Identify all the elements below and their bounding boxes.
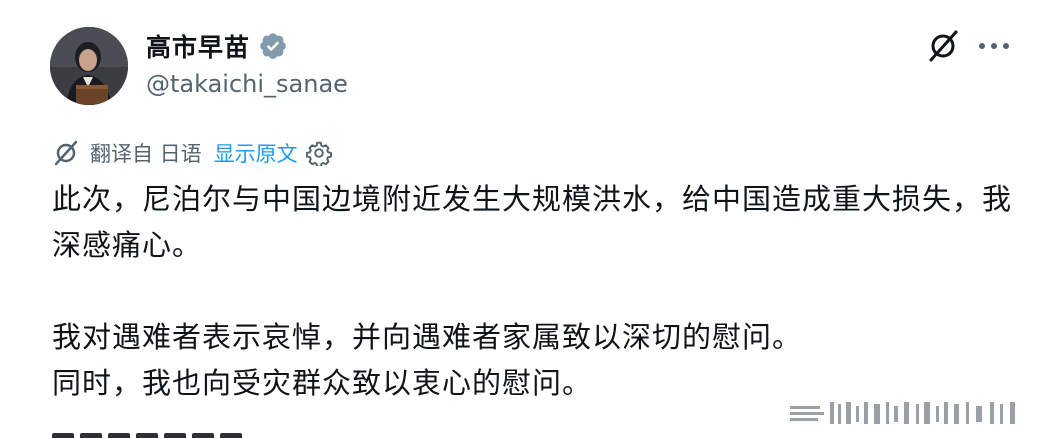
translated-from-label: 翻译自 日语	[90, 142, 202, 166]
verified-badge-icon	[260, 33, 286, 59]
author-name-row: 高市早苗	[146, 28, 288, 64]
watermark-barcode-icon	[790, 402, 1015, 424]
translate-icon	[54, 140, 78, 166]
settings-gear-icon[interactable]	[305, 140, 332, 166]
author-handle[interactable]: @takaichi_sanae	[146, 70, 348, 98]
avatar[interactable]	[50, 27, 128, 105]
post-paragraph-2: 我对遇难者表示哀悼，并向遇难者家属致以深切的慰问。	[52, 320, 803, 354]
avatar-image	[50, 27, 128, 105]
more-options-icon[interactable]	[977, 38, 1011, 54]
clipped-text-line	[52, 428, 312, 438]
grok-icon[interactable]	[925, 28, 961, 64]
display-name[interactable]: 高市早苗	[146, 28, 250, 64]
show-original-link[interactable]: 显示原文	[214, 138, 298, 168]
translation-bar: 翻译自 日语 显示原文	[52, 136, 332, 170]
post-body: 此次，尼泊尔与中国边境附近发生大规模洪水，给中国造成重大损失，我深感痛心。 我对…	[52, 176, 1012, 406]
post-card: 高市早苗 @takaichi_sanae 翻译自 日语 显示原文 此次，尼泊尔与…	[0, 0, 1043, 438]
post-paragraph-1: 此次，尼泊尔与中国边境附近发生大规模洪水，给中国造成重大损失，我深感痛心。	[52, 182, 1013, 262]
